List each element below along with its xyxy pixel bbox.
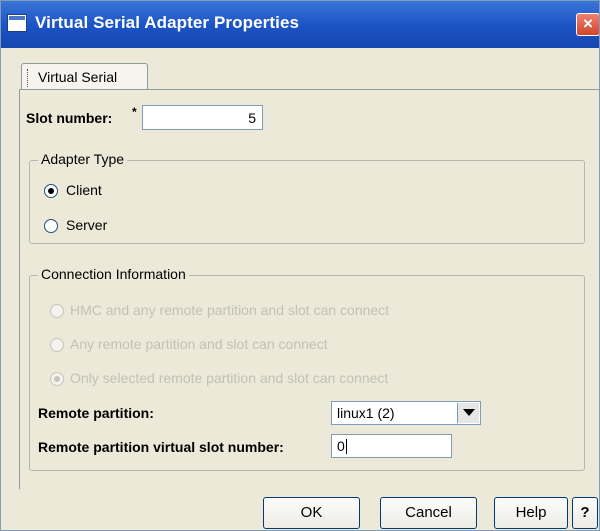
cancel-button[interactable]: Cancel	[380, 497, 477, 529]
connection-info-legend: Connection Information	[38, 266, 189, 282]
remote-partition-label: Remote partition:	[38, 405, 154, 421]
hmc-any-label[interactable]: HMC and any remote partition and slot ca…	[70, 302, 389, 318]
window-app-icon	[7, 14, 27, 32]
server-radio[interactable]	[44, 219, 58, 233]
window-title: Virtual Serial Adapter Properties	[35, 13, 300, 32]
remote-slot-input[interactable]: 0	[331, 434, 452, 458]
dialog-window: Virtual Serial Adapter Properties × Virt…	[0, 0, 600, 531]
remote-partition-select[interactable]: linux1 (2)	[331, 401, 481, 425]
tab-virtual-serial[interactable]: Virtual Serial	[21, 63, 148, 90]
server-label[interactable]: Server	[66, 217, 107, 233]
client-radio[interactable]	[44, 184, 58, 198]
close-icon: ×	[583, 14, 593, 33]
required-marker: *	[132, 105, 137, 119]
slot-number-input[interactable]: 5	[142, 105, 263, 130]
hmc-any-radio[interactable]	[50, 304, 64, 318]
title-bar[interactable]: Virtual Serial Adapter Properties ×	[1, 1, 599, 48]
adapter-type-legend: Adapter Type	[38, 151, 128, 167]
any-remote-label[interactable]: Any remote partition and slot can connec…	[70, 336, 328, 352]
close-button[interactable]: ×	[576, 13, 599, 36]
slot-number-label: Slot number:	[26, 110, 113, 126]
only-selected-radio[interactable]	[50, 372, 64, 386]
remote-slot-label: Remote partition virtual slot number:	[38, 439, 284, 455]
any-remote-radio[interactable]	[50, 338, 64, 352]
help-question-button[interactable]: ?	[572, 497, 598, 529]
client-label[interactable]: Client	[66, 182, 102, 198]
slot-number-value: 5	[248, 110, 256, 126]
remote-partition-value: linux1 (2)	[337, 405, 395, 421]
help-button[interactable]: Help	[494, 497, 568, 529]
remote-slot-value: 0	[337, 438, 347, 454]
adapter-type-group: Adapter Type	[29, 151, 585, 244]
only-selected-label[interactable]: Only selected remote partition and slot …	[70, 370, 388, 386]
chevron-down-icon[interactable]	[457, 403, 479, 423]
ok-button[interactable]: OK	[263, 497, 360, 529]
tab-label: Virtual Serial	[38, 69, 118, 85]
